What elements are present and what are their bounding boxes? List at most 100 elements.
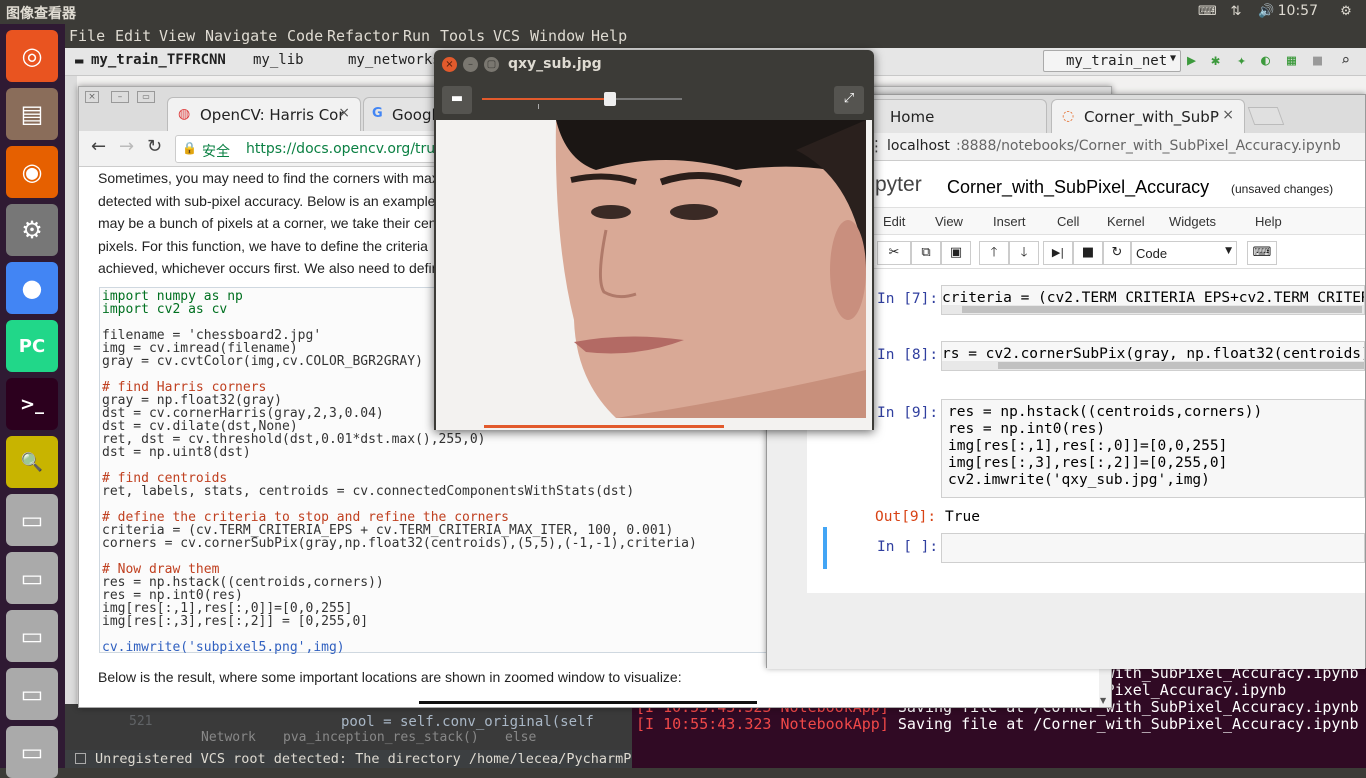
tab-close-icon[interactable]: × [338, 105, 350, 121]
nb-menu-help[interactable]: Help [1255, 214, 1282, 229]
cell-input[interactable]: res = np.hstack((centroids,corners)) res … [941, 399, 1365, 498]
nb-menu-view[interactable]: View [935, 214, 963, 229]
keyboard-icon[interactable]: ⌨ [1247, 241, 1277, 265]
stop-icon[interactable]: ■ [1313, 51, 1322, 69]
notebook-title[interactable]: Corner_with_SubPixel_Accuracy [947, 177, 1209, 198]
menu-code[interactable]: Code [287, 27, 323, 45]
profile-icon[interactable]: ◐ [1261, 51, 1270, 69]
tab-notebook[interactable]: ◌ Corner_with_SubP × [1051, 99, 1245, 133]
maximize-window-icon[interactable]: ▭ [137, 91, 155, 103]
close-icon[interactable]: × [442, 57, 457, 72]
run-coverage-icon[interactable]: ✦ [1237, 51, 1246, 69]
minimize-window-icon[interactable]: – [111, 91, 129, 103]
launcher-image-viewer-icon[interactable]: 🔍 [6, 436, 58, 488]
nb-menu-insert[interactable]: Insert [993, 214, 1026, 229]
maximize-icon[interactable]: ▢ [484, 57, 499, 72]
nb-menu-widgets[interactable]: Widgets [1169, 214, 1216, 229]
code-line: img[res[:,3],res[:,2]]=[0,255,0] [948, 455, 1228, 471]
status-message[interactable]: Unregistered VCS root detected: The dire… [95, 751, 648, 767]
jupyter-logo[interactable]: pyter [875, 173, 922, 197]
menu-run[interactable]: Run [403, 27, 430, 45]
launcher-drive-5-icon[interactable]: ▭ [6, 726, 58, 778]
tab-opencv[interactable]: ◍ OpenCV: Harris Cor × [167, 97, 361, 131]
launcher-system-settings-icon[interactable]: ⚙ [6, 204, 58, 256]
run-cell-icon[interactable]: ▶| [1043, 241, 1073, 265]
search-everywhere-icon[interactable]: ⌕ [1341, 51, 1350, 69]
nb-menu-cell[interactable]: Cell [1057, 214, 1079, 229]
keyboard-icon[interactable]: ⌨ [1198, 4, 1217, 20]
move-up-icon[interactable]: 🡑 [979, 241, 1009, 265]
h-scrollbar-thumb[interactable] [962, 306, 1362, 313]
breadcrumb-folder-1[interactable]: my_lib [253, 52, 304, 68]
run-config-select[interactable]: my_train_net ▼ [1043, 50, 1181, 72]
launcher-chrome-icon[interactable]: ● [6, 262, 58, 314]
menu-help[interactable]: Help [591, 27, 627, 45]
back-icon[interactable]: ← [91, 136, 106, 157]
network-icon[interactable]: ⇅ [1228, 4, 1244, 20]
toggle-tool-windows-icon[interactable] [75, 753, 86, 764]
launcher-ubuntu-dash-icon[interactable]: ◎ [6, 30, 58, 82]
cell-type-select[interactable]: Code ▼ [1131, 241, 1237, 265]
cell-input[interactable]: rs = cv2.cornerSubPix(gray, np.float32(c… [941, 341, 1365, 371]
menu-refactor[interactable]: Refactor [327, 27, 399, 45]
move-down-icon[interactable]: 🡓 [1009, 241, 1039, 265]
h-scrollbar-thumb[interactable] [998, 362, 1364, 369]
volume-icon[interactable]: 🔊 [1258, 4, 1274, 20]
crumb-method[interactable]: pva_inception_res_stack() [283, 730, 479, 745]
tab-google[interactable]: G Googl [363, 97, 443, 131]
copy-icon[interactable]: ⧉ [911, 241, 941, 265]
debug-icon[interactable]: ✱ [1211, 51, 1220, 69]
forward-icon[interactable]: → [119, 136, 134, 157]
breadcrumb-project[interactable]: my_train_TFFRCNN [91, 52, 226, 68]
tab-home[interactable]: Home [861, 99, 1047, 133]
crumb-class[interactable]: Network [201, 730, 256, 745]
crumb-branch[interactable]: else [505, 730, 536, 745]
menu-file[interactable]: File [69, 27, 105, 45]
image-canvas[interactable] [436, 120, 872, 430]
launcher-file-manager-icon[interactable]: ▤ [6, 88, 58, 140]
zoom-slider-thumb[interactable] [604, 92, 616, 106]
launcher-drive-2-icon[interactable]: ▭ [6, 552, 58, 604]
menu-vcs[interactable]: VCS [493, 27, 520, 45]
launcher-firefox-icon[interactable]: ◉ [6, 146, 58, 198]
paste-icon[interactable]: ▣ [941, 241, 971, 265]
nb-menu-kernel[interactable]: Kernel [1107, 214, 1145, 229]
minimize-icon[interactable]: – [463, 57, 478, 72]
ubuntu-dash-glyph: ◎ [21, 42, 43, 70]
launcher-drive-4-icon[interactable]: ▭ [6, 668, 58, 720]
launcher-terminal-icon[interactable]: >_ [6, 378, 58, 430]
paragraph-line: Sometimes, you may need to find the corn… [98, 170, 439, 186]
concurrency-icon[interactable]: ▦ [1287, 51, 1296, 69]
fullscreen-icon[interactable]: ⤢ [834, 86, 864, 114]
breadcrumb-folder-2[interactable]: my_networks [348, 52, 441, 68]
chevron-down-icon: ▼ [1225, 246, 1232, 256]
cell-prompt: In [7]: [877, 291, 939, 307]
address-bar[interactable]: 🔒 安全 https://docs.opencv.org/trunk [175, 135, 455, 163]
tab-close-icon[interactable]: × [1222, 107, 1234, 123]
menu-window[interactable]: Window [530, 27, 584, 45]
cell-input[interactable]: criteria = (cv2.TERM_CRITERIA_EPS+cv2.TE… [941, 285, 1365, 315]
close-window-icon[interactable]: × [85, 91, 99, 103]
menu-navigate[interactable]: Navigate [205, 27, 277, 45]
scroll-down-icon[interactable]: ▼ [1100, 696, 1106, 705]
power-icon[interactable]: ⚙ [1338, 4, 1354, 20]
nb-menu-edit[interactable]: Edit [883, 214, 905, 229]
menu-edit[interactable]: Edit [115, 27, 151, 45]
zoom-slider[interactable] [482, 92, 682, 109]
drive-5-glyph: ▭ [20, 738, 44, 766]
menu-tools[interactable]: Tools [440, 27, 485, 45]
clock[interactable]: 10:57 [1278, 3, 1318, 19]
restart-icon[interactable]: ↻ [1103, 241, 1131, 265]
launcher-pycharm-icon[interactable]: PC [6, 320, 58, 372]
reload-icon[interactable]: ↻ [147, 136, 162, 157]
interrupt-icon[interactable]: ■ [1073, 241, 1103, 265]
zoom-out-icon[interactable]: ▬ [442, 86, 472, 114]
address-bar[interactable]: localhost :8888/notebooks/Corner_with_Su… [877, 134, 1363, 160]
launcher-drive-3-icon[interactable]: ▭ [6, 610, 58, 662]
menu-view[interactable]: View [159, 27, 195, 45]
launcher-drive-1-icon[interactable]: ▭ [6, 494, 58, 546]
new-tab-button[interactable] [1247, 107, 1285, 125]
cell-input[interactable] [941, 533, 1365, 563]
cut-icon[interactable]: ✂ [877, 241, 911, 265]
run-icon[interactable]: ▶ [1187, 51, 1196, 69]
